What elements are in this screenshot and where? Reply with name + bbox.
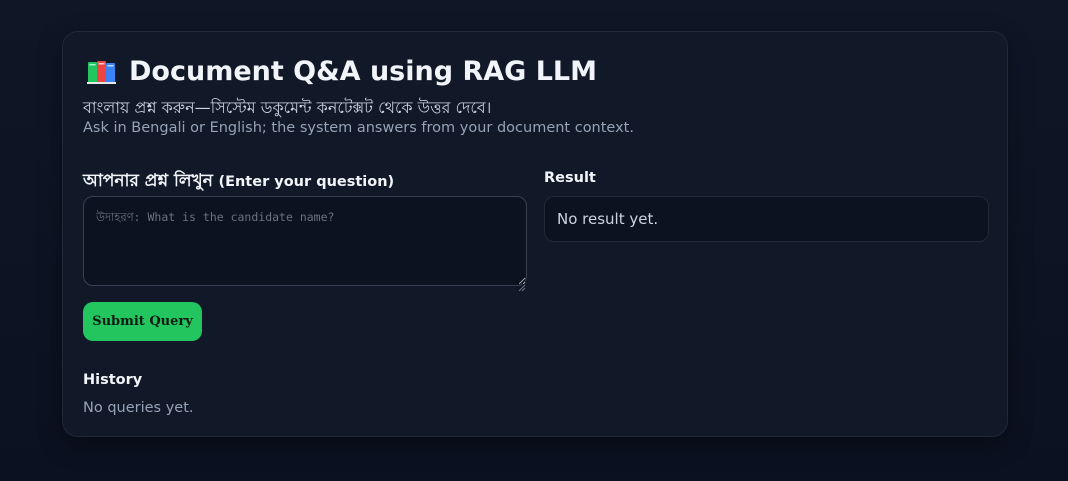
page-title: Document Q&A using RAG LLM [129,56,597,87]
subtitle-english: Ask in Bengali or English; the system an… [83,120,634,136]
history-empty-text: No queries yet. [83,400,194,416]
history-label: History [83,372,143,388]
subtitle-bengali: বাংলায় প্রশ্ন করুন—সিস্টেম ডকুমেন্ট কনট… [83,98,492,117]
result-box: No result yet. [544,196,989,242]
books-icon [87,59,117,85]
result-text: No result yet. [557,210,659,228]
result-label: Result [544,170,596,186]
submit-query-button[interactable]: Submit Query [83,302,202,341]
question-label-english: (Enter your question) [218,174,395,190]
main-card: Document Q&A using RAG LLM বাংলায় প্রশ্… [62,31,1008,437]
question-label: আপনার প্রশ্ন লিখুন (Enter your question) [83,168,394,196]
question-input[interactable] [83,196,527,286]
resize-grip-icon[interactable] [518,277,526,292]
question-label-bengali: আপনার প্রশ্ন লিখুন [83,171,213,191]
title-row: Document Q&A using RAG LLM [87,56,597,87]
